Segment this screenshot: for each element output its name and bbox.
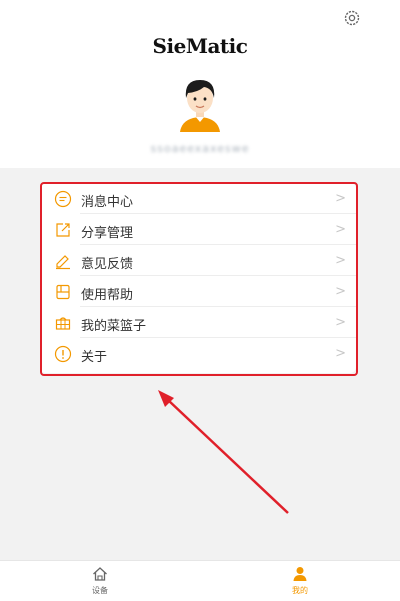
menu-item-label: 消息中心 (81, 195, 134, 210)
chevron-right-icon: > (335, 315, 346, 330)
share-icon (56, 223, 70, 237)
chevron-right-icon: > (335, 191, 346, 206)
info-icon (54, 345, 72, 363)
tab-label: 设备 (92, 586, 108, 595)
menu-item-label: 使用帮助 (81, 288, 134, 303)
profile-header: SieMatic ssoaeexaxeswe (0, 0, 400, 168)
help-icon (56, 284, 70, 300)
menu-card: 消息中心 > 分享管理 > 意见反馈 > 使用帮助 > 我的菜篮子 > 关于 > (40, 183, 356, 373)
tab-label: 我的 (292, 586, 308, 595)
tab-mine[interactable]: 我的 (200, 561, 400, 601)
account-name: ssoaeexaxeswe (150, 142, 250, 155)
avatar[interactable] (176, 74, 224, 132)
chevron-right-icon: > (335, 222, 346, 237)
menu-item-about[interactable]: 关于 > (40, 338, 356, 369)
menu-item-help[interactable]: 使用帮助 > (40, 276, 356, 307)
person-icon (293, 567, 307, 581)
bottom-tab-bar: 设备 我的 (0, 560, 400, 601)
menu-item-label: 分享管理 (81, 226, 134, 241)
brand-logo: SieMatic (152, 34, 248, 58)
chevron-right-icon: > (335, 253, 346, 268)
tab-devices[interactable]: 设备 (0, 561, 200, 601)
menu-item-feedback[interactable]: 意见反馈 > (40, 245, 356, 276)
menu-item-messages[interactable]: 消息中心 > (40, 183, 356, 214)
menu-item-label: 我的菜篮子 (81, 319, 147, 334)
feedback-icon (56, 255, 70, 270)
menu-item-share[interactable]: 分享管理 > (40, 214, 356, 245)
chevron-right-icon: > (335, 284, 346, 299)
menu-item-label: 意见反馈 (81, 257, 134, 272)
chevron-right-icon: > (335, 346, 346, 361)
menu-item-basket[interactable]: 我的菜篮子 > (40, 307, 356, 338)
message-icon (54, 190, 72, 208)
home-icon (93, 567, 107, 581)
menu-item-label: 关于 (81, 350, 108, 365)
settings-gear-icon[interactable] (342, 8, 362, 28)
basket-icon (55, 317, 71, 330)
